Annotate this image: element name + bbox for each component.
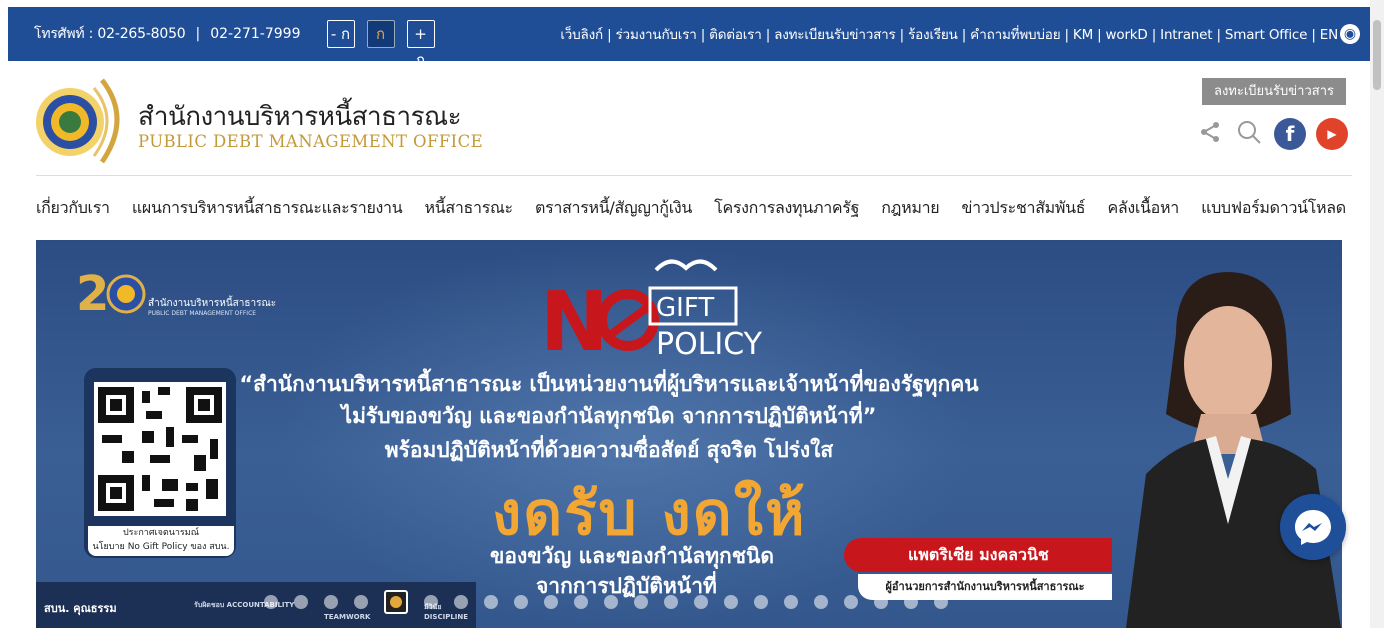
youtube-icon[interactable]: ▶ <box>1316 118 1348 150</box>
nav-item-bonds-loans[interactable]: ตราสารหนี้/สัญญากู้เงิน <box>535 196 692 221</box>
slider-dot[interactable] <box>354 595 368 609</box>
no-gift-policy-logo: N GIFT POLICY <box>540 259 763 360</box>
quote-line-2: ไม่รับของขวัญ และของกำนัลทุกชนิด จากการป… <box>341 404 877 428</box>
search-icon[interactable] <box>1236 119 1262 145</box>
slider-dot[interactable] <box>544 595 558 609</box>
slider-dot[interactable] <box>604 595 618 609</box>
slider-dot[interactable] <box>724 595 738 609</box>
banner-subline-1: ของขวัญ และของกำนัลทุกชนิด <box>490 544 775 568</box>
top-links[interactable]: เว็บลิงก์ | ร่วมงานกับเรา | ติดต่อเรา | … <box>560 23 1338 45</box>
phone-label: โทรศัพท์ : 02-265-8050 <box>34 26 186 42</box>
slider-dot[interactable] <box>784 595 798 609</box>
slider-dot[interactable] <box>384 590 408 614</box>
messenger-icon[interactable] <box>1280 494 1346 560</box>
director-name: แพตริเซีย มงคลวนิช <box>844 538 1112 572</box>
slider-dot[interactable] <box>904 595 918 609</box>
value-teamwork: TEAMWORK <box>324 613 371 621</box>
font-increase-button[interactable]: + ก <box>406 20 435 69</box>
qr-caption-line1: ประกาศเจตนารมณ์ <box>122 528 200 538</box>
slider-dot[interactable] <box>574 595 588 609</box>
nav-item-about[interactable]: เกี่ยวกับเรา <box>36 196 110 221</box>
slider-dot[interactable] <box>634 595 648 609</box>
nav-divider <box>36 175 1352 176</box>
nav-item-plans-reports[interactable]: แผนการบริหารหนี้สาธารณะและรายงาน <box>132 196 403 221</box>
slider-dot[interactable] <box>754 595 768 609</box>
hero-banner[interactable]: 2 สำนักงานบริหารหนี้สาธารณะ PUBLIC DEBT … <box>36 240 1342 628</box>
share-icon[interactable] <box>1198 120 1222 144</box>
no-gift-word: GIFT <box>656 293 714 323</box>
slider-dot[interactable] <box>874 595 888 609</box>
quote-line-3: พร้อมปฏิบัติหน้าที่ด้วยความซื่อสัตย์ สุจ… <box>384 438 834 462</box>
banner-org-english: PUBLIC DEBT MANAGEMENT OFFICE <box>148 310 257 317</box>
phone-secondary: 02-271-7999 <box>210 26 301 42</box>
slider-dot[interactable] <box>454 595 468 609</box>
font-decrease-button[interactable]: - ก <box>326 20 355 48</box>
svg-text:2: 2 <box>76 266 109 322</box>
slider-dot[interactable] <box>844 595 858 609</box>
nav-item-public-debt[interactable]: หนี้สาธารณะ <box>425 196 514 221</box>
quote-line-1: “สำนักงานบริหารหนี้สาธารณะ เป็นหน่วยงานท… <box>239 372 979 396</box>
director-portrait <box>1126 272 1341 628</box>
slider-dot[interactable] <box>934 595 948 609</box>
nav-item-investment-projects[interactable]: โครงการลงทุนภาครัฐ <box>714 196 859 221</box>
slider-dot[interactable] <box>514 595 528 609</box>
slider-dot[interactable] <box>484 595 498 609</box>
qr-caption-line2: นโยบาย No Gift Policy ของ สบน. <box>92 542 230 552</box>
org-name-english: PUBLIC DEBT MANAGEMENT OFFICE <box>138 132 484 151</box>
slider-dots <box>264 590 948 614</box>
anniversary-logo: 2 <box>76 266 146 322</box>
org-logo[interactable] <box>32 70 130 168</box>
slider-dot[interactable] <box>294 595 308 609</box>
top-bar: โทรศัพท์ : 02-265-8050 | 02-271-7999 - ก… <box>8 7 1372 69</box>
main-nav: เกี่ยวกับเรา แผนการบริหารหนี้สาธารณะและร… <box>36 196 1346 221</box>
page-scrollbar[interactable] <box>1370 0 1384 628</box>
nav-item-content[interactable]: คลังเนื้อหา <box>1107 196 1179 221</box>
org-name-thai: สำนักงานบริหารหนี้สาธารณะ <box>138 102 462 132</box>
globe-icon[interactable]: ◉ <box>1340 24 1360 44</box>
values-strip-label: สบน. คุณธรรม <box>44 602 117 615</box>
slider-dot[interactable] <box>664 595 678 609</box>
register-news-button[interactable]: ลงทะเบียนรับข่าวสาร <box>1202 78 1346 105</box>
slider-dot[interactable] <box>694 595 708 609</box>
font-normal-button[interactable]: ก <box>366 20 395 48</box>
banner-org-thai: สำนักงานบริหารหนี้สาธารณะ <box>148 298 277 309</box>
nav-item-news[interactable]: ข่าวประชาสัมพันธ์ <box>962 196 1086 221</box>
scrollbar-thumb[interactable] <box>1373 20 1381 90</box>
policy-word: POLICY <box>656 327 763 360</box>
nav-item-downloads[interactable]: แบบฟอร์มดาวน์โหลด <box>1201 196 1346 221</box>
qr-caption: ประกาศเจตนารมณ์ นโยบาย No Gift Policy ขอ… <box>88 526 234 556</box>
slider-dot[interactable] <box>264 595 278 609</box>
facebook-icon[interactable]: f <box>1274 118 1306 150</box>
slider-dot[interactable] <box>324 595 338 609</box>
nav-item-law[interactable]: กฎหมาย <box>881 196 939 221</box>
slider-dot[interactable] <box>814 595 828 609</box>
slider-dot[interactable] <box>424 595 438 609</box>
separator: | <box>195 26 201 42</box>
